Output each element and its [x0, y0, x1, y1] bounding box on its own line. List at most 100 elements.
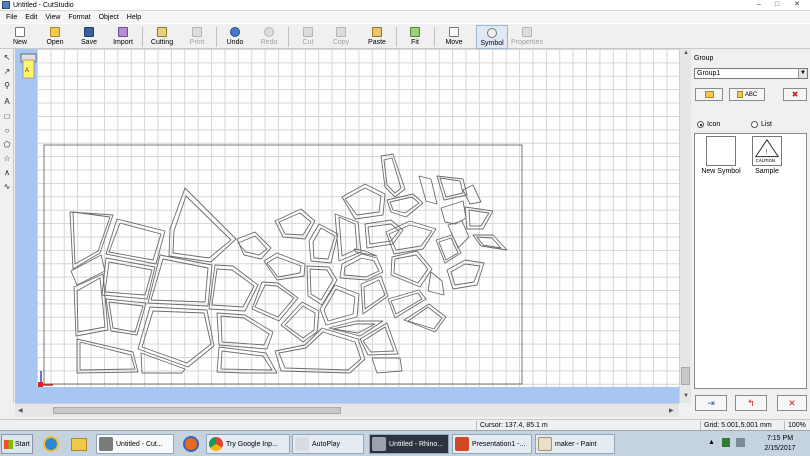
- delete-x-icon: ✖: [791, 90, 799, 99]
- curve-tool-icon[interactable]: ∿: [1, 181, 13, 192]
- select-arrow-icon[interactable]: ↖: [1, 52, 13, 63]
- view-list-label: List: [761, 121, 772, 128]
- cursor-readout: Cursor: 137.4, 85.1 m: [476, 421, 696, 430]
- open-button[interactable]: Open: [42, 25, 68, 49]
- symbol-person-icon: [487, 28, 497, 38]
- add-symbol-button[interactable]: ⇥: [695, 395, 727, 411]
- close-button[interactable]: ✕: [790, 0, 804, 10]
- blank-symbol-icon: [706, 136, 736, 166]
- symbol-list: New Symbol ! CAUTION Sample: [694, 133, 807, 389]
- add-to-canvas-icon: ⇥: [707, 397, 715, 408]
- folder-icon: [50, 27, 60, 37]
- window-title: Untitled - CutStudio: [13, 1, 74, 9]
- menu-view[interactable]: View: [41, 14, 64, 21]
- fit-label: Fit: [411, 39, 419, 46]
- symbol-button[interactable]: Symbol: [476, 25, 508, 49]
- undo-arrow-icon: [230, 27, 240, 37]
- print-label: Print: [189, 39, 205, 46]
- taskbar-paint[interactable]: maker - Paint: [535, 434, 615, 454]
- node-edit-icon[interactable]: ↗: [1, 66, 13, 77]
- zoom-magnifier-icon[interactable]: ⚲: [1, 80, 13, 91]
- properties-label: Properties: [511, 39, 543, 46]
- maximize-button[interactable]: □: [770, 0, 784, 10]
- menu-file[interactable]: File: [2, 14, 21, 21]
- scroll-right-icon[interactable]: ▶: [669, 407, 674, 414]
- menu-format[interactable]: Format: [64, 14, 94, 21]
- undo-button[interactable]: Undo: [222, 25, 248, 49]
- menu-edit[interactable]: Edit: [21, 14, 41, 21]
- view-icon-radio[interactable]: Icon: [697, 121, 720, 128]
- toolbar-separator: [288, 27, 289, 47]
- drawing-canvas[interactable]: A: [15, 49, 679, 403]
- redo-button[interactable]: Redo: [256, 25, 282, 49]
- menu-help[interactable]: Help: [123, 14, 145, 21]
- file-explorer-icon[interactable]: [66, 434, 92, 454]
- new-label: New: [12, 39, 27, 46]
- abc-button[interactable]: ABC: [729, 88, 765, 101]
- clipboard-icon: [372, 27, 382, 37]
- group-label: Group: [694, 55, 714, 62]
- save-button[interactable]: Save: [76, 25, 102, 49]
- network-icon[interactable]: [722, 438, 730, 447]
- internet-explorer-icon[interactable]: [38, 434, 64, 454]
- print-button[interactable]: Print: [184, 25, 210, 49]
- paint-icon: [538, 437, 552, 451]
- scroll-up-icon[interactable]: ▲: [683, 50, 689, 56]
- copy-label: Copy: [332, 39, 350, 46]
- move-button[interactable]: Move: [440, 25, 468, 49]
- taskbar-powerpoint[interactable]: Presentation1 -...: [452, 434, 532, 454]
- sample-symbol-item[interactable]: ! CAUTION Sample: [745, 136, 789, 175]
- text-tool-icon[interactable]: A: [1, 96, 13, 107]
- ellipse-tool-icon[interactable]: ○: [1, 125, 13, 136]
- open-group-button[interactable]: [695, 88, 723, 101]
- view-list-radio[interactable]: List: [751, 121, 772, 128]
- import-label: Import: [113, 39, 133, 46]
- polygon-tool-icon[interactable]: ⬠: [1, 139, 13, 150]
- taskbar-powerpoint-label: Presentation1 -...: [472, 440, 526, 448]
- taskbar-rhino[interactable]: Untitled - Rhino...: [369, 434, 449, 454]
- taskbar-autoplay[interactable]: AutoPlay: [292, 434, 364, 454]
- chevron-down-icon[interactable]: ▼: [798, 69, 807, 78]
- symbol-panel: Group Group1 ▼ ABC ✖ Icon List New Symbo…: [691, 49, 810, 419]
- scroll-down-icon[interactable]: ▼: [683, 393, 689, 399]
- scroll-left-icon[interactable]: ◀: [18, 407, 23, 414]
- horizontal-scrollbar[interactable]: ◀ ▶: [15, 403, 679, 417]
- new-symbol-label: New Symbol: [701, 168, 741, 175]
- taskbar-clock[interactable]: 7:15 PM 2/15/2017: [756, 434, 804, 454]
- vertical-scrollbar[interactable]: ▲ ▼: [679, 49, 691, 403]
- tray-expand-icon[interactable]: ▲: [708, 439, 715, 446]
- new-button[interactable]: New: [8, 25, 32, 49]
- windows-logo-icon: [4, 439, 13, 449]
- firefox-icon[interactable]: [178, 434, 204, 454]
- delete-symbol-button[interactable]: ✕: [777, 395, 807, 411]
- menu-object[interactable]: Object: [95, 14, 123, 21]
- zoom-readout: 100%: [784, 421, 810, 430]
- menu-bar: File Edit View Format Object Help: [0, 11, 810, 23]
- delete-group-button[interactable]: ✖: [783, 88, 807, 101]
- new-symbol-item[interactable]: New Symbol: [699, 136, 743, 175]
- minimize-button[interactable]: –: [752, 0, 766, 10]
- polyline-tool-icon[interactable]: ∧: [1, 167, 13, 178]
- vertical-scroll-thumb[interactable]: [681, 367, 690, 385]
- properties-button[interactable]: Properties: [510, 25, 544, 49]
- view-icon-label: Icon: [707, 121, 721, 128]
- insert-symbol-button[interactable]: ↰: [735, 395, 767, 411]
- fit-button[interactable]: Fit: [402, 25, 428, 49]
- volume-icon[interactable]: [736, 438, 745, 447]
- properties-icon: [522, 27, 532, 37]
- group-select[interactable]: Group1 ▼: [694, 68, 808, 79]
- import-button[interactable]: Import: [110, 25, 136, 49]
- start-button[interactable]: Start: [1, 434, 33, 454]
- taskbar-chrome[interactable]: Try Google Inp...: [206, 434, 290, 454]
- cutting-button[interactable]: Cutting: [148, 25, 176, 49]
- star-tool-icon[interactable]: ☆: [1, 153, 13, 164]
- horizontal-scroll-thumb[interactable]: [53, 407, 341, 414]
- copy-button[interactable]: Copy: [328, 25, 354, 49]
- paste-button[interactable]: Paste: [364, 25, 390, 49]
- cut-button[interactable]: Cut: [295, 25, 321, 49]
- cutter-icon: [157, 27, 167, 37]
- rectangle-tool-icon[interactable]: □: [1, 111, 13, 122]
- main-toolbar: New Open Save Import Cutting Print Undo …: [0, 23, 810, 49]
- voronoi-artwork[interactable]: [15, 49, 679, 403]
- taskbar-cutstudio[interactable]: Untitled - Cut...: [96, 434, 174, 454]
